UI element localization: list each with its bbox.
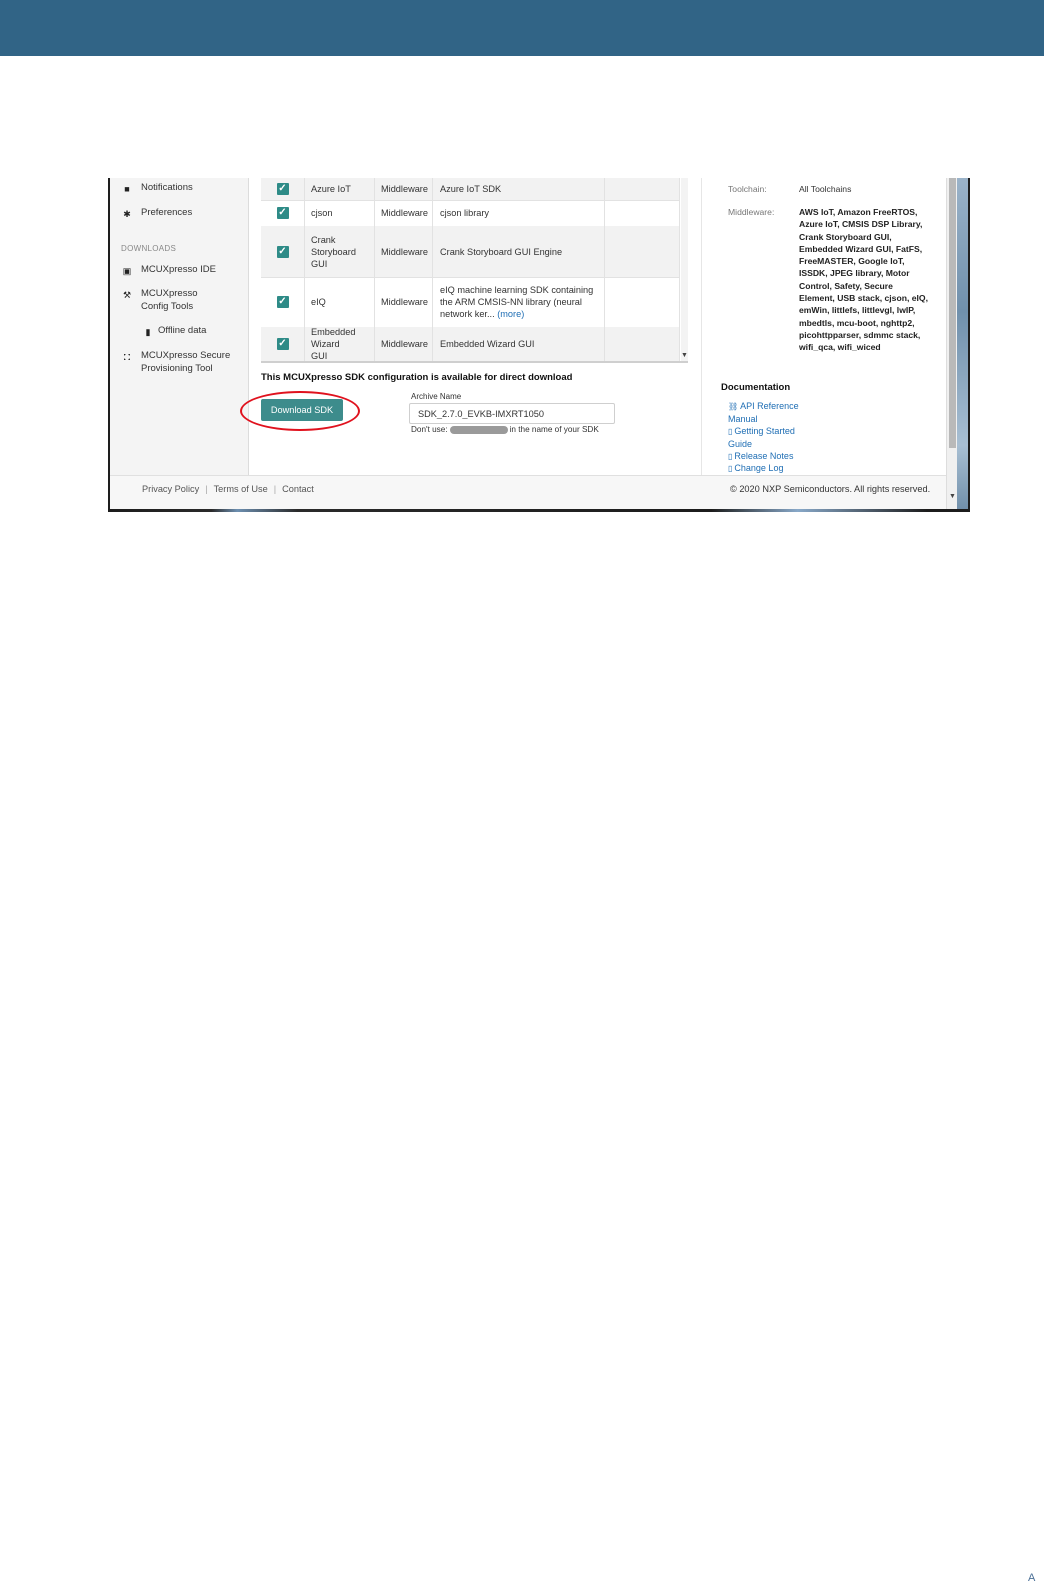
main-content: ✓ Azure IoT Middleware Azure IoT SDK ✓ c… [240,178,701,475]
more-link[interactable]: (more) [497,309,524,319]
shield-icon: ⛚ [123,352,131,362]
toolchain-value: All Toolchains [799,184,852,194]
scrollbar-thumb[interactable] [949,178,956,448]
getting-started-link[interactable]: ▯ Getting Started Guide [728,425,818,451]
sdk-builder-screenshot: ■ Notifications ✱ Preferences DOWNLOADS … [108,178,970,512]
checkbox[interactable]: ✓ [276,245,289,258]
table-row: ✓ Azure IoT Middleware Azure IoT SDK [261,178,680,201]
gear-icon: ✱ [123,209,131,219]
privacy-policy-link[interactable]: Privacy Policy [142,484,199,494]
change-log-link[interactable]: ▯ Change Log [728,462,818,475]
copyright: © 2020 NXP Semiconductors. All rights re… [730,484,931,494]
table-row: ✓ Crank Storyboard GUI Middleware Crank … [261,226,680,278]
document-icon: ▯ [728,464,733,473]
scroll-down-icon[interactable]: ▼ [681,352,688,359]
file-icon: ▮ [145,327,151,337]
ide-icon: ▣ [122,266,132,276]
documentation-heading: Documentation [721,382,791,393]
terms-of-use-link[interactable]: Terms of Use [214,484,268,494]
toolchain-label: Toolchain: [728,184,767,194]
sidebar: ■ Notifications ✱ Preferences DOWNLOADS … [110,178,249,475]
table-row: ✓ Embedded Wizard GUI Middleware Embedde… [261,327,680,361]
archive-name-label: Archive Name [411,392,462,401]
archive-name-input[interactable] [409,403,615,424]
api-reference-link[interactable]: ⛓ API Reference Manual [728,400,818,426]
contact-link[interactable]: Contact [282,484,314,494]
redacted-characters [449,425,508,434]
tools-icon: ⚒ [122,290,132,300]
document-header-bar [0,0,1044,56]
checkbox[interactable]: ✓ [276,183,289,195]
middleware-table: ✓ Azure IoT Middleware Azure IoT SDK ✓ c… [261,178,688,363]
bell-icon: ■ [124,184,130,194]
document-icon: ▯ [728,427,733,436]
document-icon: ▯ [728,452,733,461]
link-icon: ⛓ [728,402,739,411]
checkbox[interactable]: ✓ [276,338,289,350]
checkbox[interactable]: ✓ [276,296,289,308]
middleware-value: AWS IoT, Amazon FreeRTOS, Azure IoT, CMS… [799,207,928,353]
table-scrollbar[interactable]: ▼ [681,178,688,361]
table-row: ✓ eIQ Middleware eIQ machine learning SD… [261,277,680,328]
downloads-heading: DOWNLOADS [121,244,177,253]
table-row: ✓ cjson Middleware cjson library [261,200,680,227]
archive-name-hint: Don't use: in the name of your SDK [411,425,599,434]
details-panel: Toolchain: All Toolchains Middleware: AW… [701,178,947,475]
window-edge [957,178,968,512]
footer-links: Privacy Policy | Terms of Use | Contact [142,484,314,494]
availability-text: This MCUXpresso SDK configuration is ava… [261,372,573,383]
middleware-label: Middleware: [728,207,775,217]
screenshot-frame-bottom [108,509,970,512]
checkbox[interactable]: ✓ [276,207,289,219]
footer: Privacy Policy | Terms of Use | Contact © 20… [110,475,946,510]
highlight-circle [240,391,360,431]
page-mark: A [1028,1572,1036,1584]
